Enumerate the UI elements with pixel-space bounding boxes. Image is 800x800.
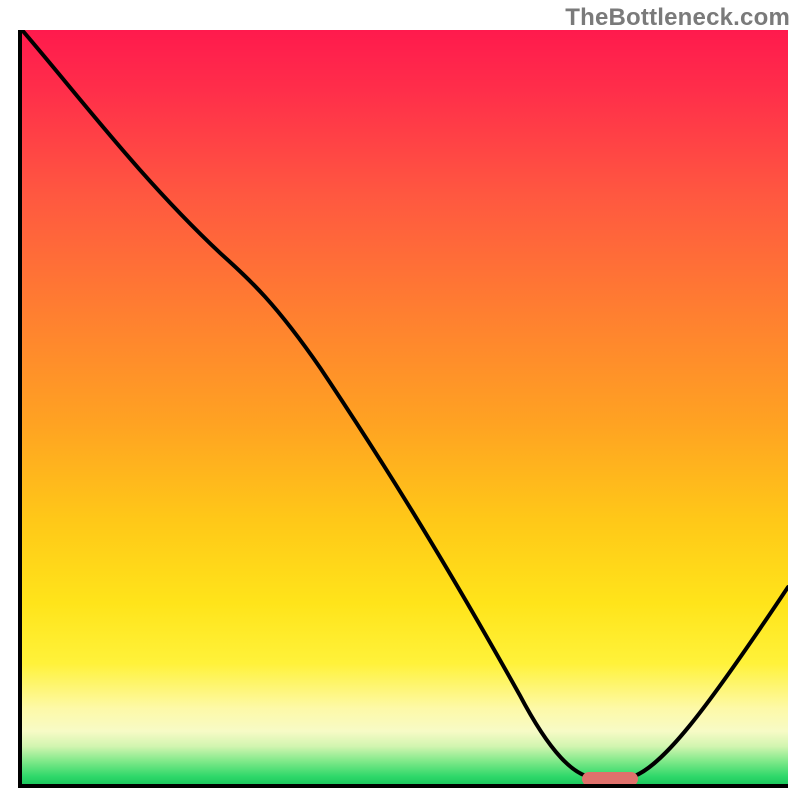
plot-area (18, 30, 788, 788)
chart-canvas: TheBottleneck.com (0, 0, 800, 800)
bottleneck-curve (22, 30, 788, 778)
optimal-range-marker (582, 772, 638, 786)
curve-layer (22, 30, 788, 784)
watermark-text: TheBottleneck.com (565, 4, 790, 32)
